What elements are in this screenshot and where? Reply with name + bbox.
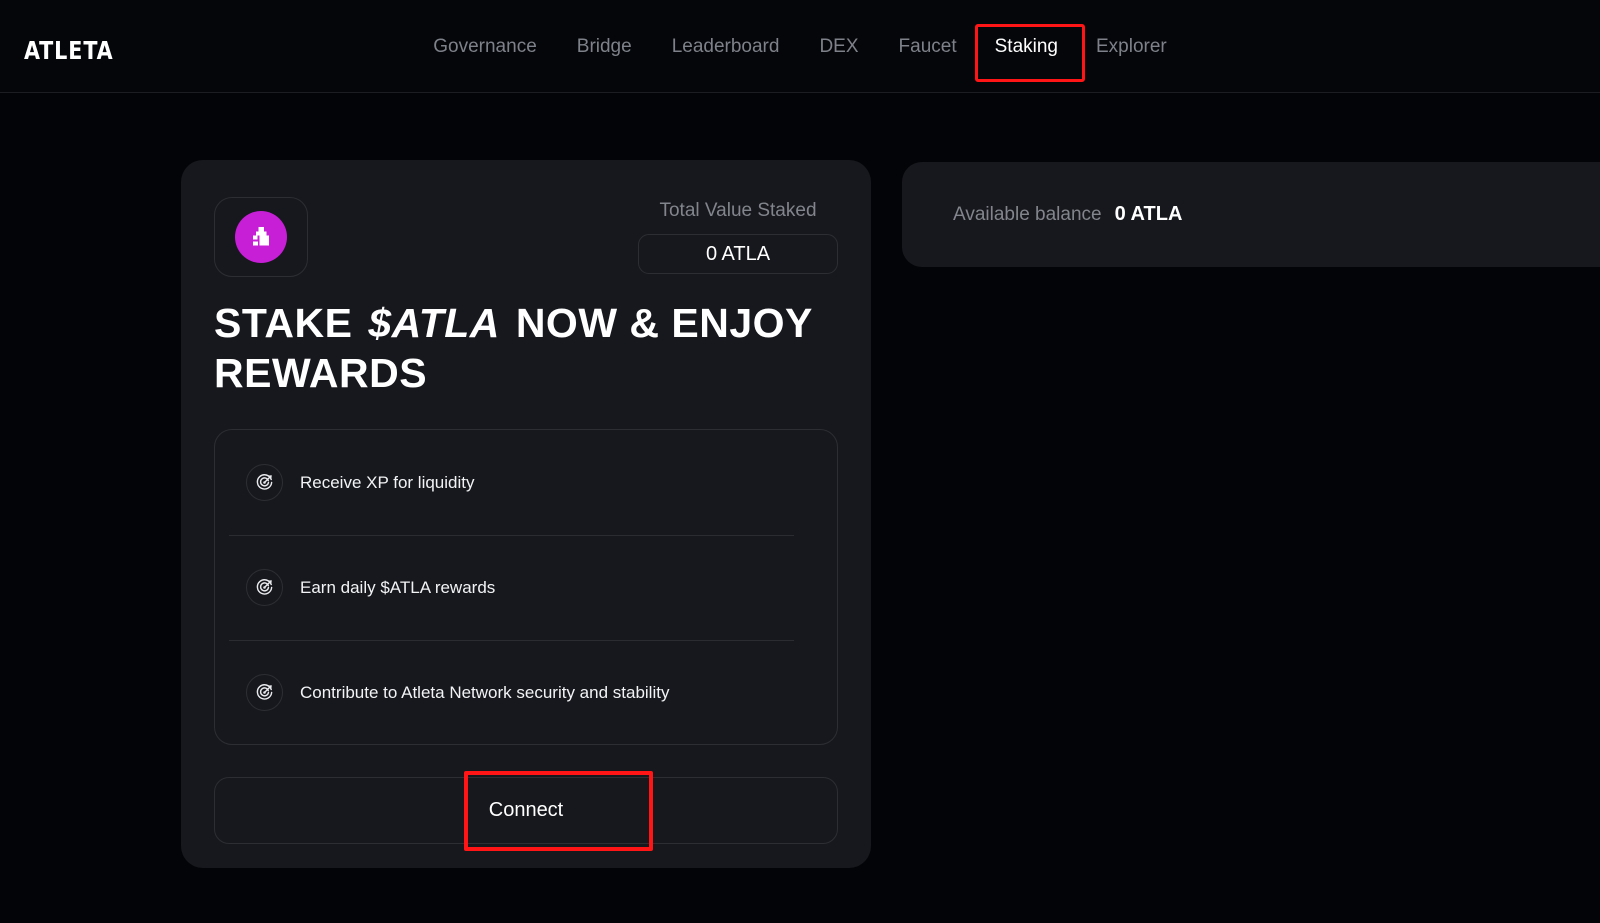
headline-ticker: $ATLA (368, 300, 500, 346)
main-navigation: Governance Bridge Leaderboard DEX Faucet… (0, 0, 1600, 93)
list-item-label: Receive XP for liquidity (300, 472, 475, 492)
list-item-label: Contribute to Atleta Network security an… (300, 682, 670, 702)
total-value-staked-label: Total Value Staked (659, 200, 817, 221)
nav-item-explorer[interactable]: Explorer (1076, 0, 1187, 93)
token-badge (214, 197, 308, 277)
list-item: Earn daily $ATLA rewards (215, 535, 837, 640)
connect-button-container: Connect (214, 771, 838, 851)
nav-item-faucet[interactable]: Faucet (879, 0, 977, 93)
stake-card-header: Total Value Staked 0 ATLA (214, 197, 838, 277)
available-balance-value: 0 ATLA (1114, 203, 1183, 225)
benefits-list: Receive XP for liquidity Earn daily $ATL… (214, 429, 838, 745)
target-arrow-icon (246, 464, 283, 501)
site-header: ATLETA Governance Bridge Leaderboard DEX… (0, 0, 1600, 93)
headline-part-1: STAKE (214, 300, 353, 346)
available-balance-label: Available balance (953, 203, 1102, 225)
nav-item-staking[interactable]: Staking (974, 0, 1086, 93)
nav-item-governance[interactable]: Governance (413, 0, 557, 93)
target-arrow-icon (246, 569, 283, 606)
total-value-staked-amount: 0 ATLA (638, 234, 838, 274)
available-balance-row: Available balance 0 ATLA (953, 162, 1182, 267)
total-value-staked: Total Value Staked 0 ATLA (638, 199, 838, 274)
list-item-label: Earn daily $ATLA rewards (300, 577, 496, 597)
page-title: STAKE $ATLA NOW & ENJOY REWARDS (214, 298, 844, 398)
nav-item-dex[interactable]: DEX (799, 0, 878, 93)
connect-button[interactable]: Connect (459, 787, 594, 834)
list-item: Receive XP for liquidity (215, 430, 837, 535)
atleta-token-icon (235, 211, 287, 263)
nav-item-leaderboard[interactable]: Leaderboard (652, 0, 800, 93)
nav-item-bridge[interactable]: Bridge (557, 0, 652, 93)
list-item: Contribute to Atleta Network security an… (215, 640, 837, 745)
target-arrow-icon (246, 674, 283, 711)
stake-card: Total Value Staked 0 ATLA STAKE $ATLA NO… (181, 160, 871, 868)
available-balance-panel: Available balance 0 ATLA (902, 162, 1600, 267)
